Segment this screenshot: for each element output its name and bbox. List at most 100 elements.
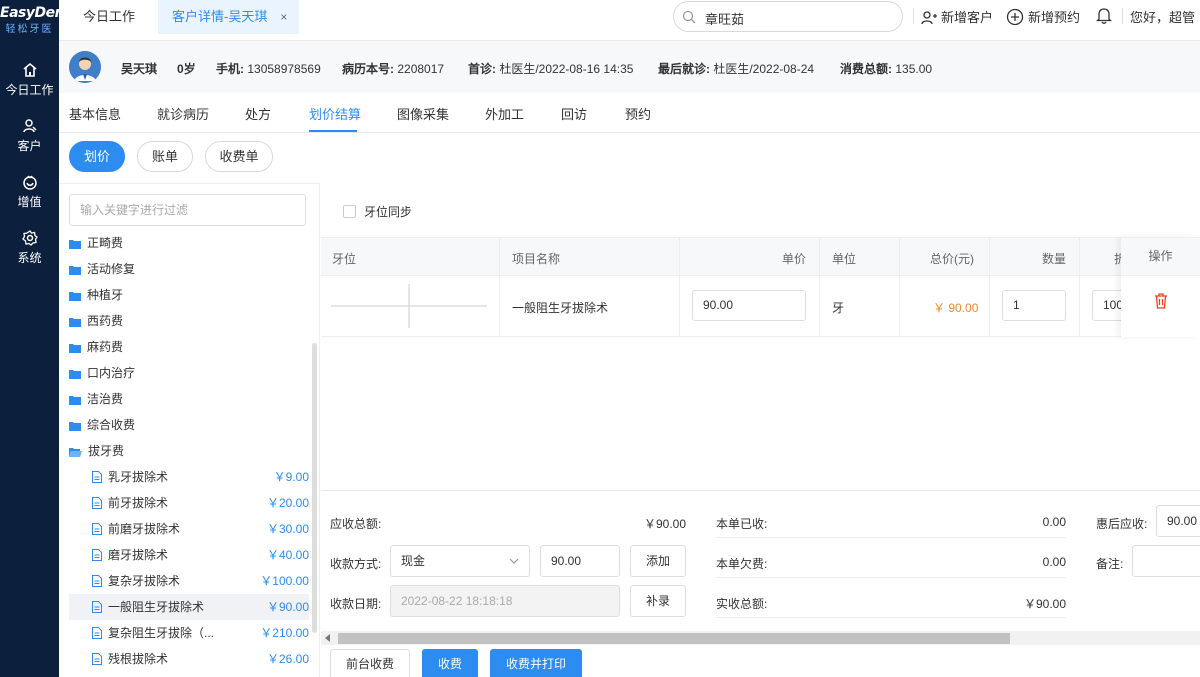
tree-item[interactable]: 磨牙拔除术 ￥40.00 bbox=[69, 542, 309, 568]
new-customer-button[interactable]: 新增客户 bbox=[921, 7, 993, 26]
nav-label: 今日工作 bbox=[5, 83, 54, 97]
tab-customer-detail[interactable]: 客户详情-吴天琪 × bbox=[158, 0, 300, 34]
tree-item[interactable]: 复杂阻生牙拔除（... ￥210.00 bbox=[69, 620, 309, 646]
patient-name: 吴天琪 bbox=[121, 62, 158, 76]
tree-item-selected[interactable]: 一般阻生牙拔除术 ￥90.00 bbox=[69, 594, 309, 620]
folder-icon bbox=[69, 318, 81, 327]
new-customer-label: 新增客户 bbox=[941, 10, 994, 25]
tree-folder[interactable]: 种植牙 bbox=[69, 282, 309, 308]
date-label: 收款日期: bbox=[330, 597, 382, 611]
bell-icon bbox=[1095, 8, 1113, 24]
close-icon[interactable]: × bbox=[280, 0, 287, 34]
tooth-sync-label: 牙位同步 bbox=[364, 205, 413, 219]
tree-folder[interactable]: 活动修复 bbox=[69, 256, 309, 282]
after-discount-input[interactable]: 90.00 bbox=[1156, 505, 1200, 537]
tree-item[interactable]: 复杂牙拔除术 ￥100.00 bbox=[69, 568, 309, 594]
th-unit-price: 单价 bbox=[782, 252, 807, 266]
folder-open-icon bbox=[69, 448, 82, 457]
tree-item-price: ￥30.00 bbox=[266, 522, 309, 536]
tab-appointment[interactable]: 预约 bbox=[625, 104, 651, 123]
folder-icon bbox=[69, 422, 81, 431]
delete-icon[interactable] bbox=[1154, 293, 1168, 309]
payment-date-input[interactable]: 2022-08-22 18:18:18 bbox=[390, 585, 620, 617]
tree-folder[interactable]: 正畸费 bbox=[69, 230, 309, 256]
nav-item-system[interactable]: 系统 bbox=[0, 230, 59, 266]
checkbox[interactable] bbox=[343, 205, 356, 218]
tree-folder-open[interactable]: 拔牙费 bbox=[69, 438, 309, 464]
document-icon bbox=[92, 627, 102, 639]
document-icon bbox=[92, 549, 102, 561]
tab-prescription[interactable]: 处方 bbox=[245, 104, 271, 123]
tree-folder[interactable]: 综合收费 bbox=[69, 412, 309, 438]
unit-price-input[interactable]: 90.00 bbox=[692, 290, 806, 321]
active-tab-indicator bbox=[309, 130, 357, 132]
tree-scrollbar[interactable] bbox=[312, 343, 317, 633]
tooth-sync-checkbox[interactable]: 牙位同步 bbox=[343, 203, 412, 220]
patient-info-bar: 吴天琪 0岁 手机: 13058978569 病历本号: 2208017 首诊:… bbox=[59, 41, 1200, 93]
scrollbar-thumb[interactable] bbox=[338, 633, 1010, 644]
tab-label: 客户详情-吴天琪 bbox=[172, 9, 268, 24]
horizontal-scrollbar[interactable] bbox=[321, 631, 1200, 645]
receivable-value: ￥90.00 bbox=[643, 517, 686, 531]
tab-followup[interactable]: 回访 bbox=[561, 104, 587, 123]
tab-today[interactable]: 今日工作 bbox=[83, 0, 135, 41]
last-visit: 最后就诊: 杜医生/2022-08-24 bbox=[658, 62, 815, 76]
tab-outsourcing[interactable]: 外加工 bbox=[485, 104, 524, 123]
tree-folder[interactable]: 口内治疗 bbox=[69, 360, 309, 386]
tree-item[interactable]: 前磨牙拔除术 ￥30.00 bbox=[69, 516, 309, 542]
add-user-icon bbox=[921, 11, 937, 25]
tab-imaging[interactable]: 图像采集 bbox=[397, 104, 449, 123]
document-icon bbox=[92, 471, 102, 483]
folder-icon bbox=[69, 370, 81, 379]
supplement-button[interactable]: 补录 bbox=[630, 585, 686, 617]
notification-bell[interactable] bbox=[1095, 7, 1116, 24]
receivable-label: 应收总额: bbox=[330, 517, 382, 531]
value-added-icon bbox=[22, 175, 37, 190]
front-desk-charge-button[interactable]: 前台收费 bbox=[330, 649, 410, 677]
tree-item[interactable]: 残根拔除术 ￥26.00 bbox=[69, 646, 309, 666]
nav-item-customer[interactable]: 客户 bbox=[0, 118, 59, 154]
add-circle-icon bbox=[1006, 8, 1024, 26]
tab-medical-records[interactable]: 就诊病历 bbox=[157, 104, 209, 123]
tooth-position-grid[interactable] bbox=[331, 284, 489, 328]
tree-item-price: ￥90.00 bbox=[266, 600, 309, 614]
total-spent: 消费总额: 135.00 bbox=[840, 62, 933, 76]
th-total: 总价(元) bbox=[930, 252, 974, 266]
after-discount-label: 惠后应收: bbox=[1096, 517, 1148, 531]
add-payment-button[interactable]: 添加 bbox=[630, 545, 686, 577]
tab-pricing[interactable]: 划价结算 bbox=[309, 104, 361, 123]
payment-method-select[interactable]: 现金 bbox=[390, 545, 530, 577]
pricing-pill[interactable]: 划价 bbox=[69, 141, 125, 172]
tree-item[interactable]: 乳牙拔除术 ￥9.00 bbox=[69, 464, 309, 490]
tab-basic-info[interactable]: 基本信息 bbox=[69, 104, 121, 123]
divider bbox=[913, 8, 914, 24]
divider bbox=[716, 617, 1066, 618]
document-icon bbox=[92, 523, 102, 535]
new-appointment-button[interactable]: 新增预约 bbox=[1006, 7, 1080, 26]
charge-and-print-button[interactable]: 收费并打印 bbox=[490, 649, 582, 677]
scroll-left-icon[interactable] bbox=[325, 634, 331, 642]
search-input[interactable]: 章旺茹 bbox=[673, 1, 903, 32]
receipt-pill[interactable]: 收费单 bbox=[205, 141, 273, 172]
pricing-panel: 牙位同步 牙位 项目名称 单价 单位 总价(元) 数量 折 一般阻生牙拔除术 9… bbox=[321, 183, 1200, 677]
quantity-input[interactable]: 1 bbox=[1002, 290, 1066, 321]
tree-folder[interactable]: 麻药费 bbox=[69, 334, 309, 360]
logo-main: EasyDent bbox=[0, 5, 71, 21]
nav-item-value-added[interactable]: 增值 bbox=[0, 174, 59, 210]
bill-pill[interactable]: 账单 bbox=[137, 141, 193, 172]
charge-button[interactable]: 收费 bbox=[422, 649, 478, 677]
divider bbox=[716, 577, 1066, 578]
tree-folder[interactable]: 西药费 bbox=[69, 308, 309, 334]
payment-amount-input[interactable]: 90.00 bbox=[540, 545, 620, 577]
patient-record: 病历本号: 2208017 bbox=[342, 62, 445, 76]
greeting[interactable]: 您好，超管 bbox=[1130, 7, 1195, 26]
app-logo: EasyDent 轻松牙医 bbox=[0, 2, 71, 36]
tree-folder[interactable]: 洁治费 bbox=[69, 386, 309, 412]
note-input[interactable] bbox=[1132, 545, 1200, 577]
nav-item-today[interactable]: 今日工作 bbox=[0, 62, 59, 98]
tree-item[interactable]: 前牙拔除术 ￥20.00 bbox=[69, 490, 309, 516]
filter-input[interactable]: 输入关键字进行过滤 bbox=[69, 194, 306, 226]
nav-label: 客户 bbox=[17, 139, 42, 153]
operation-column: 操作 bbox=[1121, 237, 1200, 337]
gear-icon bbox=[21, 230, 38, 246]
